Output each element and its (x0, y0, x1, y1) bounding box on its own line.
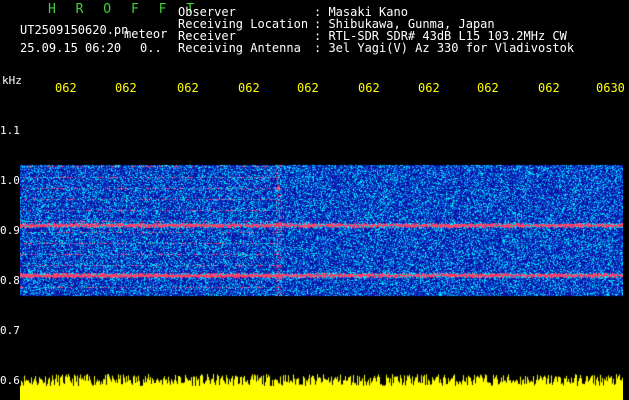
time-tick: 062 (538, 81, 560, 95)
datetime-label: 25.09.15 06:20 (20, 41, 122, 55)
time-tick: 062 (115, 81, 137, 95)
y-tick-label: 1.0 (0, 174, 20, 187)
time-tick: 062 (418, 81, 440, 95)
info-antenna-label: Receiving Antenna (178, 41, 301, 55)
y-unit-label: kHz (2, 74, 22, 87)
filename-label: UT2509150620.pn (20, 23, 129, 37)
amplitude-strip (20, 372, 623, 400)
time-tick: 062 (55, 81, 77, 95)
spectrogram-plot (20, 100, 623, 372)
y-tick-label: 0.9 (0, 224, 20, 237)
time-tick: 0630 (596, 81, 625, 95)
time-tick: 062 (477, 81, 499, 95)
y-tick-label: 0.6 (0, 374, 20, 387)
time-tick: 062 (297, 81, 319, 95)
time-tick: 062 (177, 81, 199, 95)
time-tick: 062 (358, 81, 380, 95)
count-label: 0.. (140, 41, 162, 55)
y-tick-label: 0.8 (0, 274, 20, 287)
info-antenna-value: : 3el Yagi(V) Az 330 for Vladivostok (314, 41, 575, 55)
y-tick-label: 0.7 (0, 324, 20, 337)
meteor-label: meteor (124, 27, 168, 41)
y-tick-label: 1.1 (0, 124, 20, 137)
time-tick: 062 (238, 81, 260, 95)
